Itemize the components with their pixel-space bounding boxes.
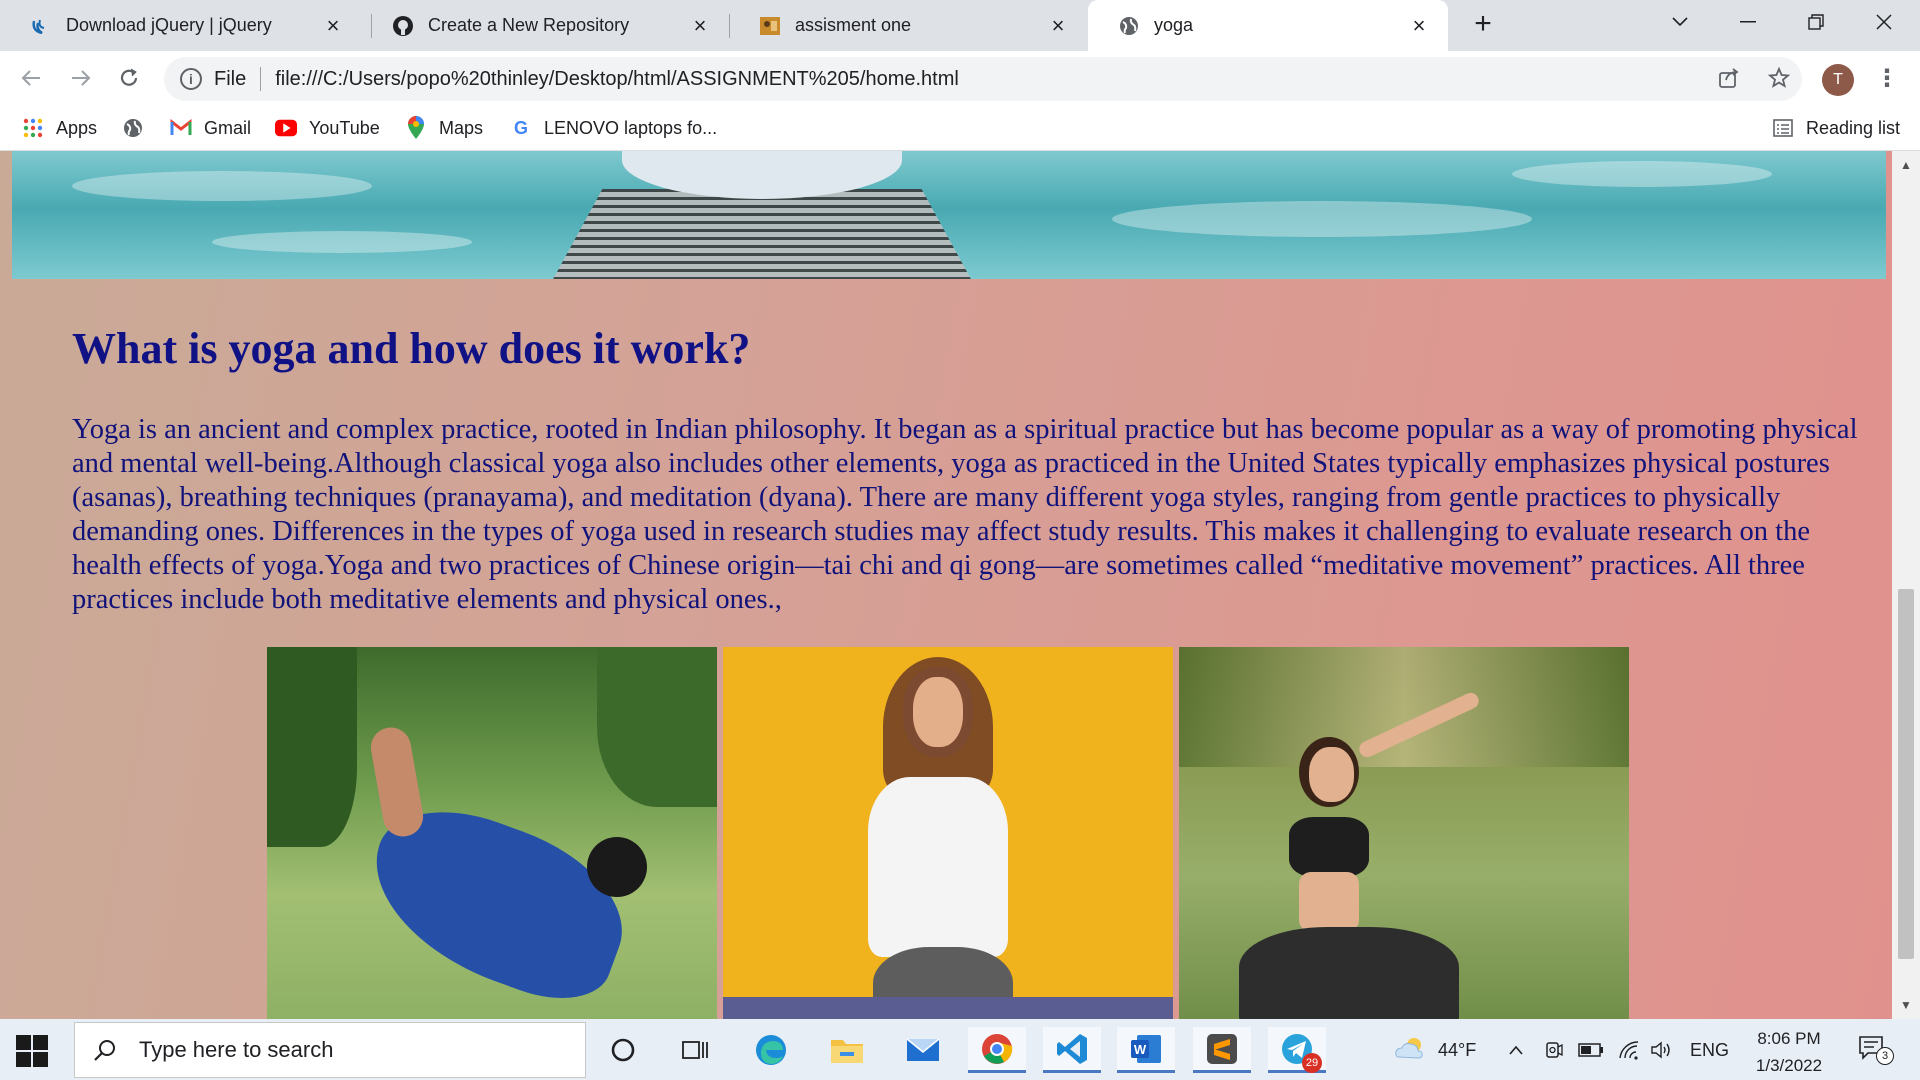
yoga-photo-seated-pose (723, 647, 1173, 1019)
tab-assisment-one[interactable]: assisment one × (729, 0, 1087, 51)
globe-icon (122, 117, 144, 139)
forward-arrow-icon[interactable] (62, 59, 100, 97)
sublime-text-icon[interactable] (1193, 1027, 1251, 1073)
back-arrow-icon[interactable] (12, 59, 50, 97)
telegram-badge: 29 (1302, 1053, 1322, 1073)
tab-github[interactable]: Create a New Repository × (362, 0, 729, 51)
profile-avatar[interactable]: T (1822, 64, 1854, 96)
close-tab-icon[interactable]: × (689, 13, 711, 38)
meet-now-icon[interactable] (1544, 1035, 1564, 1065)
minimize-icon[interactable] (1718, 0, 1778, 44)
gmail-icon (170, 117, 192, 139)
search-icon (93, 1038, 117, 1062)
weather-temp: 44°F (1438, 1039, 1477, 1060)
browser-toolbar: i File file:///C:/Users/popo%20thinley/D… (0, 51, 1920, 105)
task-view-icon[interactable] (666, 1027, 724, 1073)
site-info-icon[interactable]: i (180, 68, 202, 90)
bookmark-gmail[interactable]: Gmail (170, 115, 251, 141)
close-tab-icon[interactable]: × (322, 13, 344, 38)
bookmark-label: YouTube (309, 117, 380, 138)
restore-icon[interactable] (1786, 0, 1846, 44)
tab-yoga[interactable]: yoga × (1088, 0, 1448, 51)
page-viewport: What is yoga and how does it work? Yoga … (0, 151, 1892, 1019)
vscode-icon[interactable] (1043, 1027, 1101, 1073)
bookmark-apps[interactable]: Apps (22, 115, 97, 141)
clock-time: 8:06 PM (1757, 1029, 1821, 1048)
apps-grid-icon (22, 117, 44, 139)
bookmark-globe[interactable] (122, 115, 156, 141)
notification-badge: 3 (1876, 1047, 1894, 1065)
weather-cloud-icon (1394, 1035, 1428, 1066)
scroll-up-arrow-icon[interactable]: ▲ (1892, 155, 1920, 175)
reading-list-icon (1772, 117, 1794, 139)
more-menu-icon[interactable]: ⋮ (1872, 61, 1902, 99)
clock-date: 1/3/2022 (1755, 1056, 1823, 1075)
close-tab-icon[interactable]: × (1047, 13, 1069, 38)
jquery-icon (30, 15, 52, 37)
url-text[interactable]: file:///C:/Users/popo%20thinley/Desktop/… (275, 68, 959, 91)
volume-icon[interactable] (1650, 1035, 1674, 1065)
google-icon: G (513, 117, 528, 138)
scrollbar-thumb[interactable] (1898, 589, 1914, 959)
tab-title: Download jQuery | jQuery (66, 15, 272, 35)
youtube-icon (275, 117, 297, 139)
notification-center-icon[interactable]: 3 (1858, 1033, 1894, 1065)
reading-list-label: Reading list (1806, 117, 1901, 138)
page-scrollbar[interactable]: ▲ ▼ (1892, 151, 1920, 1019)
tab-strip: Download jQuery | jQuery × Create a New … (0, 0, 1920, 51)
reload-icon[interactable] (110, 59, 148, 97)
reading-list-button[interactable]: Reading list (1772, 115, 1900, 141)
bookmark-youtube[interactable]: YouTube (275, 115, 380, 141)
bookmark-star-icon[interactable] (1760, 59, 1798, 97)
bookmarks-bar: Apps Gmail YouTube Maps G LENOVO laptops… (0, 105, 1920, 151)
bookmark-label: LENOVO laptops fo... (544, 117, 718, 138)
weather-widget[interactable]: 44°F (1394, 1035, 1476, 1065)
bookmark-label: Gmail (204, 117, 252, 138)
tab-title: Create a New Repository (428, 15, 630, 35)
close-window-icon[interactable] (1854, 0, 1914, 44)
page-image-icon (759, 15, 781, 37)
file-explorer-icon[interactable] (818, 1027, 876, 1073)
hero-banner-image (12, 151, 1886, 279)
scroll-down-arrow-icon[interactable]: ▼ (1892, 995, 1920, 1015)
cortana-icon[interactable] (594, 1027, 652, 1073)
system-clock[interactable]: 8:06 PM 1/3/2022 (1724, 1025, 1854, 1079)
battery-icon[interactable] (1578, 1035, 1604, 1065)
edge-icon[interactable] (742, 1027, 800, 1073)
address-bar[interactable]: i File file:///C:/Users/popo%20thinley/D… (164, 57, 1802, 101)
tab-title: yoga (1154, 15, 1194, 35)
bookmark-label: Maps (439, 117, 484, 138)
svg-text:W: W (1134, 1042, 1147, 1057)
maps-pin-icon (405, 116, 427, 139)
bookmark-lenovo[interactable]: G LENOVO laptops fo... (510, 115, 717, 141)
globe-icon (1118, 15, 1140, 37)
tab-title: assisment one (795, 15, 912, 35)
bookmark-maps[interactable]: Maps (405, 115, 483, 141)
github-icon (392, 15, 414, 37)
telegram-icon[interactable]: 29 (1268, 1027, 1326, 1073)
tab-search-chevron-icon[interactable] (1650, 0, 1710, 44)
yoga-photo-bow-pose (267, 647, 717, 1019)
file-scheme-label: File (214, 67, 247, 90)
close-tab-icon[interactable]: × (1408, 13, 1430, 38)
address-divider (260, 67, 262, 91)
windows-start-icon[interactable] (14, 1033, 48, 1067)
bookmark-label: Apps (56, 117, 98, 138)
windows-taskbar: Type here to search W 29 44°F ENG 8:06 P… (0, 1019, 1920, 1080)
wifi-icon[interactable] (1618, 1035, 1640, 1065)
chrome-icon[interactable] (968, 1027, 1026, 1073)
tray-chevron-up-icon[interactable] (1508, 1035, 1524, 1065)
mail-icon[interactable] (894, 1027, 952, 1073)
new-tab-plus-icon[interactable]: + (1466, 8, 1500, 42)
yoga-photo-side-stretch (1179, 647, 1629, 1019)
taskbar-search-box[interactable]: Type here to search (74, 1022, 586, 1078)
page-heading: What is yoga and how does it work? (72, 324, 751, 373)
share-icon[interactable] (1710, 59, 1748, 97)
page-paragraph: Yoga is an ancient and complex practice,… (72, 414, 1858, 615)
tab-jquery[interactable]: Download jQuery | jQuery × (0, 0, 362, 51)
search-placeholder: Type here to search (139, 1037, 334, 1062)
word-icon[interactable]: W (1117, 1027, 1175, 1073)
